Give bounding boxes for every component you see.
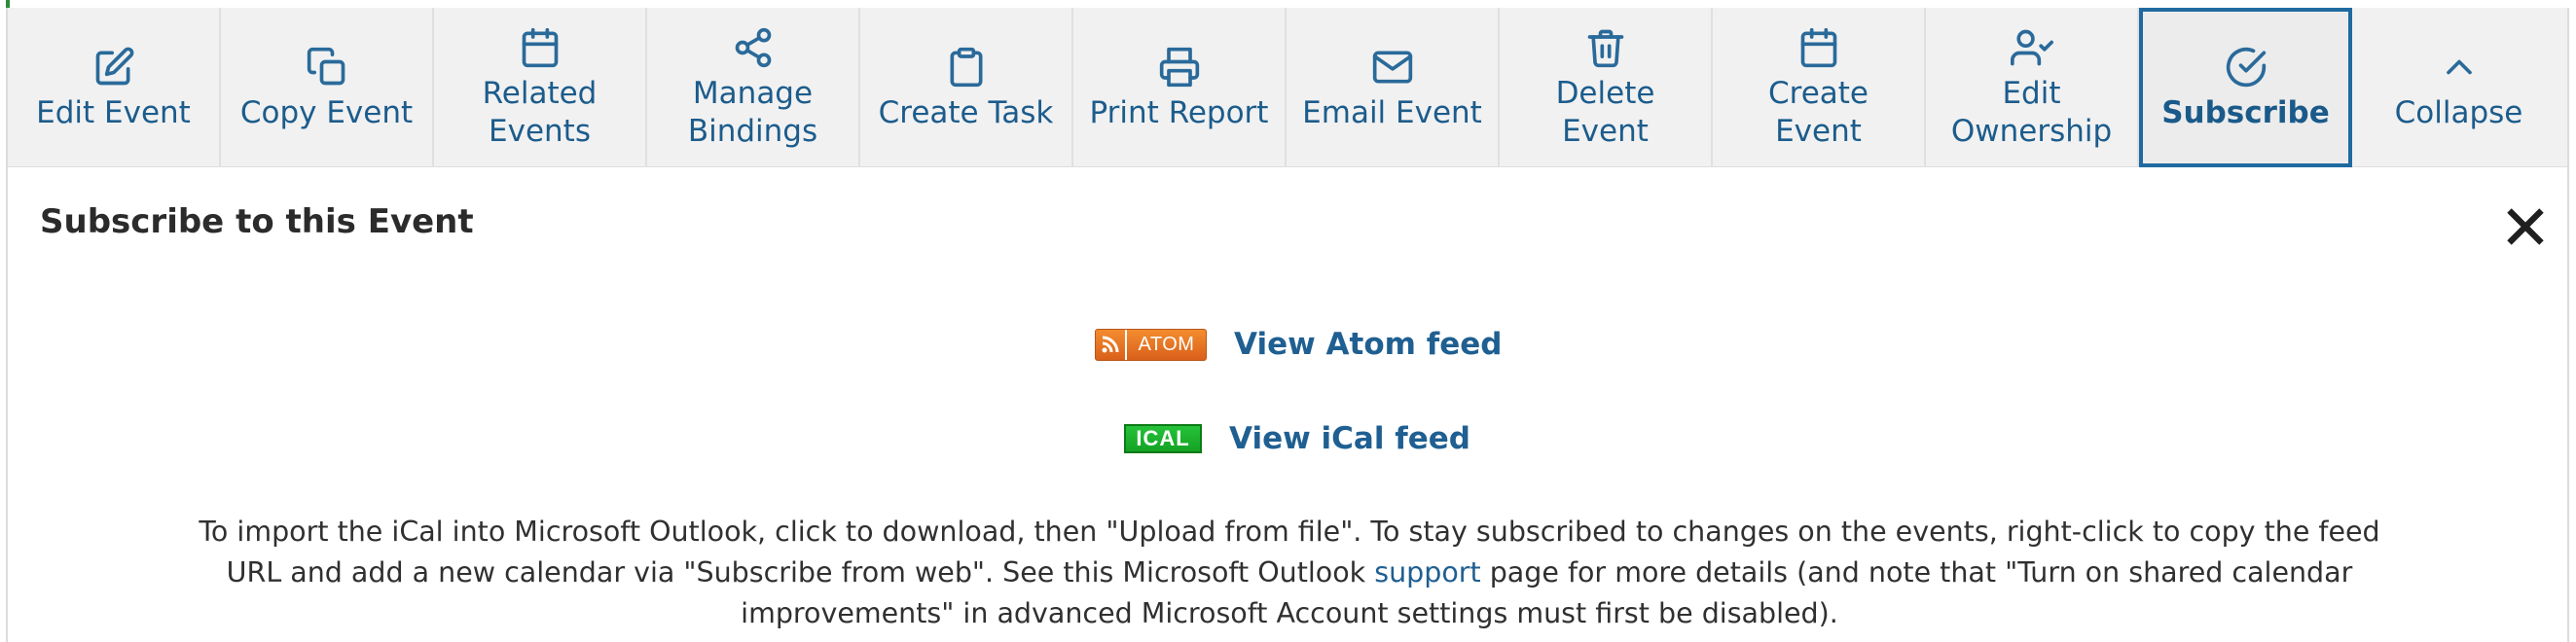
print-report-button[interactable]: Print Report — [1073, 8, 1287, 167]
panel-title: Subscribe to this Event — [40, 202, 474, 241]
calendar-icon — [1796, 24, 1842, 71]
edit-event-label: Edit Event — [36, 94, 191, 130]
manage-bindings-button[interactable]: Manage Bindings — [647, 8, 860, 167]
delete-event-button[interactable]: Delete Event — [1500, 8, 1713, 167]
print-report-label: Print Report — [1089, 94, 1269, 130]
edit-ownership-label: Edit Ownership — [1950, 76, 2113, 149]
create-event-label: Create Event — [1767, 76, 1869, 149]
edit-event-button[interactable]: Edit Event — [8, 8, 221, 167]
printer-icon — [1156, 44, 1203, 90]
atom-badge-text: ATOM — [1138, 333, 1195, 355]
create-task-label: Create Task — [878, 94, 1054, 130]
manage-bindings-label: Manage Bindings — [687, 76, 818, 149]
email-event-label: Email Event — [1302, 94, 1482, 130]
rss-icon — [1096, 329, 1127, 360]
envelope-icon — [1369, 44, 1416, 90]
related-events-button[interactable]: Related Events — [434, 8, 647, 167]
event-toolbar: Edit Event Copy Event Related Events Man… — [8, 8, 2567, 167]
copy-icon — [304, 44, 350, 90]
edit-ownership-button[interactable]: Edit Ownership — [1926, 8, 2139, 167]
ical-feed-row: ICAL View iCal feed — [1124, 421, 1470, 456]
view-atom-feed-link[interactable]: View Atom feed — [1234, 327, 1502, 362]
user-check-icon — [2009, 24, 2055, 71]
subscribe-label: Subscribe — [2161, 94, 2330, 130]
close-button[interactable] — [2501, 202, 2550, 251]
ical-badge[interactable]: ICAL — [1124, 424, 1202, 453]
calendar-icon — [517, 24, 563, 71]
accent-mark — [6, 0, 10, 8]
copy-event-button[interactable]: Copy Event — [221, 8, 434, 167]
atom-badge[interactable]: ATOM — [1095, 328, 1207, 361]
view-ical-feed-link[interactable]: View iCal feed — [1229, 421, 1470, 456]
clipboard-icon — [943, 44, 990, 90]
collapse-button[interactable]: Collapse — [2352, 8, 2565, 167]
create-event-button[interactable]: Create Event — [1713, 8, 1926, 167]
collapse-label: Collapse — [2394, 94, 2523, 130]
create-task-button[interactable]: Create Task — [860, 8, 1073, 167]
related-events-label: Related Events — [482, 76, 598, 149]
subscribe-button[interactable]: Subscribe — [2139, 8, 2352, 167]
email-event-button[interactable]: Email Event — [1287, 8, 1500, 167]
delete-event-label: Delete Event — [1555, 76, 1655, 149]
support-link[interactable]: support — [1374, 556, 1480, 588]
outlook-import-instructions: To import the iCal into Microsoft Outloo… — [175, 512, 2404, 634]
copy-event-label: Copy Event — [239, 94, 414, 130]
close-icon — [2507, 208, 2544, 245]
share-icon — [730, 24, 777, 71]
chevron-up-icon — [2436, 44, 2483, 90]
trash-icon — [1582, 24, 1629, 71]
atom-feed-row: ATOM View Atom feed — [1095, 327, 1502, 362]
check-circle-icon — [2223, 44, 2269, 90]
edit-icon — [91, 44, 137, 90]
